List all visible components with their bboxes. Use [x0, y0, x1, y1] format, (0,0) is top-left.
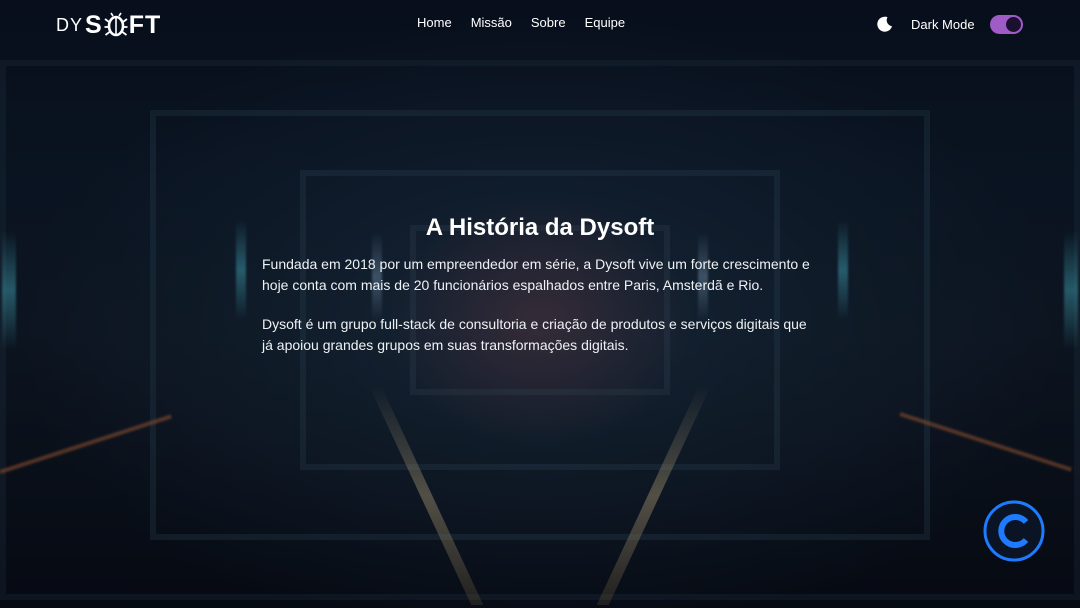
nav-item-home[interactable]: Home [417, 15, 452, 30]
nav-item-missao[interactable]: Missão [471, 15, 512, 30]
nav-item-equipe[interactable]: Equipe [585, 15, 625, 30]
dark-mode-toggle[interactable] [990, 15, 1023, 34]
main-nav: Home Missão Sobre Equipe [417, 15, 625, 30]
logo-prefix: DY [56, 14, 84, 35]
c-logo-icon[interactable] [983, 500, 1045, 562]
logo-suffix: FT [128, 10, 162, 39]
toggle-knob [1006, 17, 1021, 32]
history-paragraph: Fundada em 2018 por um empreendedor em s… [262, 256, 810, 293]
dysoft-logo[interactable]: DY S FT [56, 10, 161, 40]
bug-icon [104, 12, 128, 37]
history-paragraph: Dysoft é um grupo full-stack de consulto… [262, 316, 807, 353]
nav-item-sobre[interactable]: Sobre [531, 15, 566, 30]
site-header: DY S FT Home Missão Sobre Equipe Dark Mo… [0, 0, 1080, 50]
page-title: A História da Dysoft [425, 214, 655, 241]
history-section: A História da Dysoft Fundada em 2018 por… [262, 214, 818, 355]
moon-icon [877, 16, 892, 32]
dark-mode-label: Dark Mode [911, 17, 975, 32]
logo-s: S [85, 10, 103, 39]
